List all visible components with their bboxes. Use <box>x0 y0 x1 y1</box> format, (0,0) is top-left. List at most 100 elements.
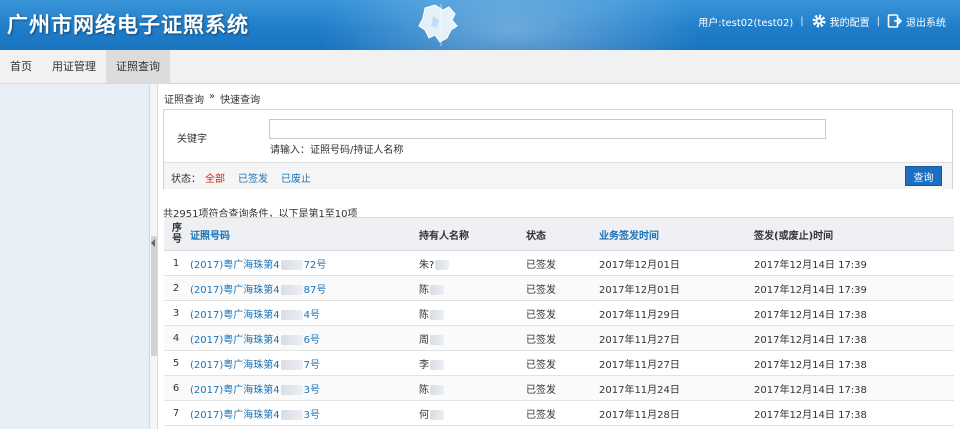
tab-cert-usage[interactable]: 用证管理 <box>42 50 106 83</box>
cert-number-prefix: (2017)粤广海珠第4 <box>190 309 280 321</box>
status-filter-void[interactable]: 已废止 <box>281 170 311 185</box>
column-header-cert-no[interactable]: 证照号码 <box>188 218 417 251</box>
row-index: 6 <box>172 382 180 394</box>
holder-cell: 周 <box>417 326 524 351</box>
cert-number-link[interactable]: (2017)粤广海珠第4 72号 <box>190 259 327 271</box>
tab-home[interactable]: 首页 <box>0 50 42 83</box>
settings-link[interactable]: 我的配置 <box>811 13 870 29</box>
collapse-arrow-icon[interactable] <box>151 239 155 247</box>
holder-cell: 陈 <box>417 276 524 301</box>
table-body: 1 (2017)粤广海珠第4 72号 朱? 已签发 2017年12月01日 2017年12月… <box>164 251 954 426</box>
status-filter-issued[interactable]: 已签发 <box>238 170 268 185</box>
cert-number-prefix: (2017)粤广海珠第4 <box>190 334 280 346</box>
holder-name: 陈 <box>419 309 429 321</box>
holder-cell: 陈 <box>417 301 524 326</box>
holder-name: 李 <box>419 359 429 371</box>
cert-number-cell: (2017)粤广海珠第4 87号 <box>188 276 417 301</box>
table-row[interactable]: 1 (2017)粤广海珠第4 72号 朱? 已签发 2017年12月01日 2017年12月… <box>164 251 954 276</box>
status-filter-all[interactable]: 全部 <box>205 170 225 185</box>
cert-number-cell: (2017)粤广海珠第4 7号 <box>188 351 417 376</box>
logout-link[interactable]: 退出系统 <box>887 13 946 29</box>
table-row[interactable]: 6 (2017)粤广海珠第4 3号 陈 已签发 2017年11月24日 2017年12月14… <box>164 375 954 401</box>
holder-name: 陈 <box>419 384 429 396</box>
gear-icon <box>812 14 826 28</box>
guangzhou-map-icon <box>418 4 458 46</box>
redacted-block <box>430 409 444 420</box>
cert-number-suffix: 4号 <box>303 309 320 321</box>
row-index: 5 <box>172 357 180 369</box>
table-row[interactable]: 2 (2017)粤广海珠第4 87号 陈 已签发 2017年12月01日 2017年12月1… <box>164 275 954 301</box>
business-time-cell: 2017年11月27日 <box>599 334 680 346</box>
status-cell: 已签发 <box>526 259 556 271</box>
redacted-block <box>280 409 303 420</box>
splitter-handle[interactable] <box>151 236 157 356</box>
holder-cell: 何 <box>417 401 524 426</box>
user-bar: 用户:test02(test02) | 我的配置 | 退出系统 <box>698 11 946 31</box>
cert-number-prefix: (2017)粤广海珠第4 <box>190 259 280 271</box>
status-cell: 已签发 <box>526 359 556 371</box>
column-header-holder: 持有人名称 <box>419 230 469 242</box>
cert-number-link[interactable]: (2017)粤广海珠第4 6号 <box>190 334 320 346</box>
cert-number-suffix: 72号 <box>303 259 327 271</box>
holder-name: 何 <box>419 409 429 421</box>
logout-label: 退出系统 <box>906 17 946 29</box>
app-header: 广州市网络电子证照系统 用户:test02(test02) | 我的配置 | 退… <box>0 0 960 50</box>
tab-cert-query[interactable]: 证照查询 <box>106 50 170 83</box>
search-panel: 关键字 请输入：证照号码/持证人名称 状态： 全部 已签发 已废止 查询 <box>163 109 953 189</box>
query-button[interactable]: 查询 <box>905 166 942 186</box>
business-time-cell: 2017年11月28日 <box>599 409 680 421</box>
cert-number-link[interactable]: (2017)粤广海珠第4 7号 <box>190 359 320 371</box>
cert-number-link[interactable]: (2017)粤广海珠第4 87号 <box>190 284 326 296</box>
cert-number-cell: (2017)粤广海珠第4 3号 <box>188 401 417 426</box>
table-row[interactable]: 7 (2017)粤广海珠第4 3号 何 已签发 2017年11月28日 2017年12月14… <box>164 401 954 426</box>
table-row[interactable]: 5 (2017)粤广海珠第4 7号 李 已签发 2017年11月27日 2017年12月14… <box>164 351 954 376</box>
table-row[interactable]: 3 (2017)粤广海珠第4 4号 陈 已签发 2017年11月29日 2017年12月14… <box>164 301 954 326</box>
status-cell: 已签发 <box>526 409 556 421</box>
issue-time-cell: 2017年12月14日 17:39 <box>754 284 867 296</box>
holder-cell: 陈 <box>417 376 524 401</box>
business-time-cell: 2017年11月29日 <box>599 309 680 321</box>
results-table: 序号 证照号码 持有人名称 状态 业务签发时间 签发(或废止)时间 1 (2017… <box>164 217 954 426</box>
cert-number-link[interactable]: (2017)粤广海珠第4 3号 <box>190 384 320 396</box>
business-time-cell: 2017年11月27日 <box>599 359 680 371</box>
status-cell: 已签发 <box>526 384 556 396</box>
header-divider: | <box>800 15 804 27</box>
results-table-wrap[interactable]: 序号 证照号码 持有人名称 状态 业务签发时间 签发(或废止)时间 1 (2017… <box>164 217 954 429</box>
cert-number-cell: (2017)粤广海珠第4 3号 <box>188 376 417 401</box>
status-filter-bar: 状态： 全部 已签发 已废止 查询 <box>164 162 952 189</box>
keyword-input[interactable] <box>269 119 826 139</box>
redacted-block <box>435 259 450 270</box>
cert-number-cell: (2017)粤广海珠第4 6号 <box>188 326 417 351</box>
status-cell: 已签发 <box>526 309 556 321</box>
column-header-status: 状态 <box>526 230 546 242</box>
sidebar-splitter[interactable] <box>150 84 158 429</box>
issue-time-cell: 2017年12月14日 17:39 <box>754 259 867 271</box>
cert-number-suffix: 3号 <box>303 384 320 396</box>
cert-number-suffix: 7号 <box>303 359 320 371</box>
redacted-block <box>280 284 303 295</box>
column-header-index-label: 序号 <box>172 223 182 245</box>
column-header-index: 序号 <box>164 218 188 251</box>
cert-number-suffix: 6号 <box>303 334 320 346</box>
holder-cell: 李 <box>417 351 524 376</box>
table-row[interactable]: 4 (2017)粤广海珠第4 6号 周 已签发 2017年11月27日 2017年12月14… <box>164 325 954 351</box>
cert-number-link[interactable]: (2017)粤广海珠第4 3号 <box>190 409 320 421</box>
logout-icon <box>887 14 903 28</box>
cert-number-cell: (2017)粤广海珠第4 72号 <box>188 251 417 276</box>
redacted-block <box>280 384 303 395</box>
redacted-block <box>430 359 444 370</box>
column-header-business-time[interactable]: 业务签发时间 <box>597 218 752 251</box>
breadcrumb-current: 快速查询 <box>220 95 261 106</box>
business-time-cell: 2017年12月01日 <box>599 284 680 296</box>
breadcrumb-separator: » <box>209 91 216 102</box>
column-header-issue-time: 签发(或废止)时间 <box>754 230 834 242</box>
user-label: 用户:test02(test02) <box>698 17 794 29</box>
sidebar <box>0 84 150 429</box>
cert-number-link[interactable]: (2017)粤广海珠第4 4号 <box>190 309 320 321</box>
header-divider: | <box>876 15 880 27</box>
holder-name: 周 <box>419 334 429 346</box>
breadcrumb-root[interactable]: 证照查询 <box>164 91 204 106</box>
issue-time-cell: 2017年12月14日 17:38 <box>754 384 867 396</box>
main-content: 证照查询 » 快速查询 关键字 请输入：证照号码/持证人名称 状态： 全部 已签… <box>159 84 960 429</box>
holder-name: 朱? <box>419 259 435 271</box>
